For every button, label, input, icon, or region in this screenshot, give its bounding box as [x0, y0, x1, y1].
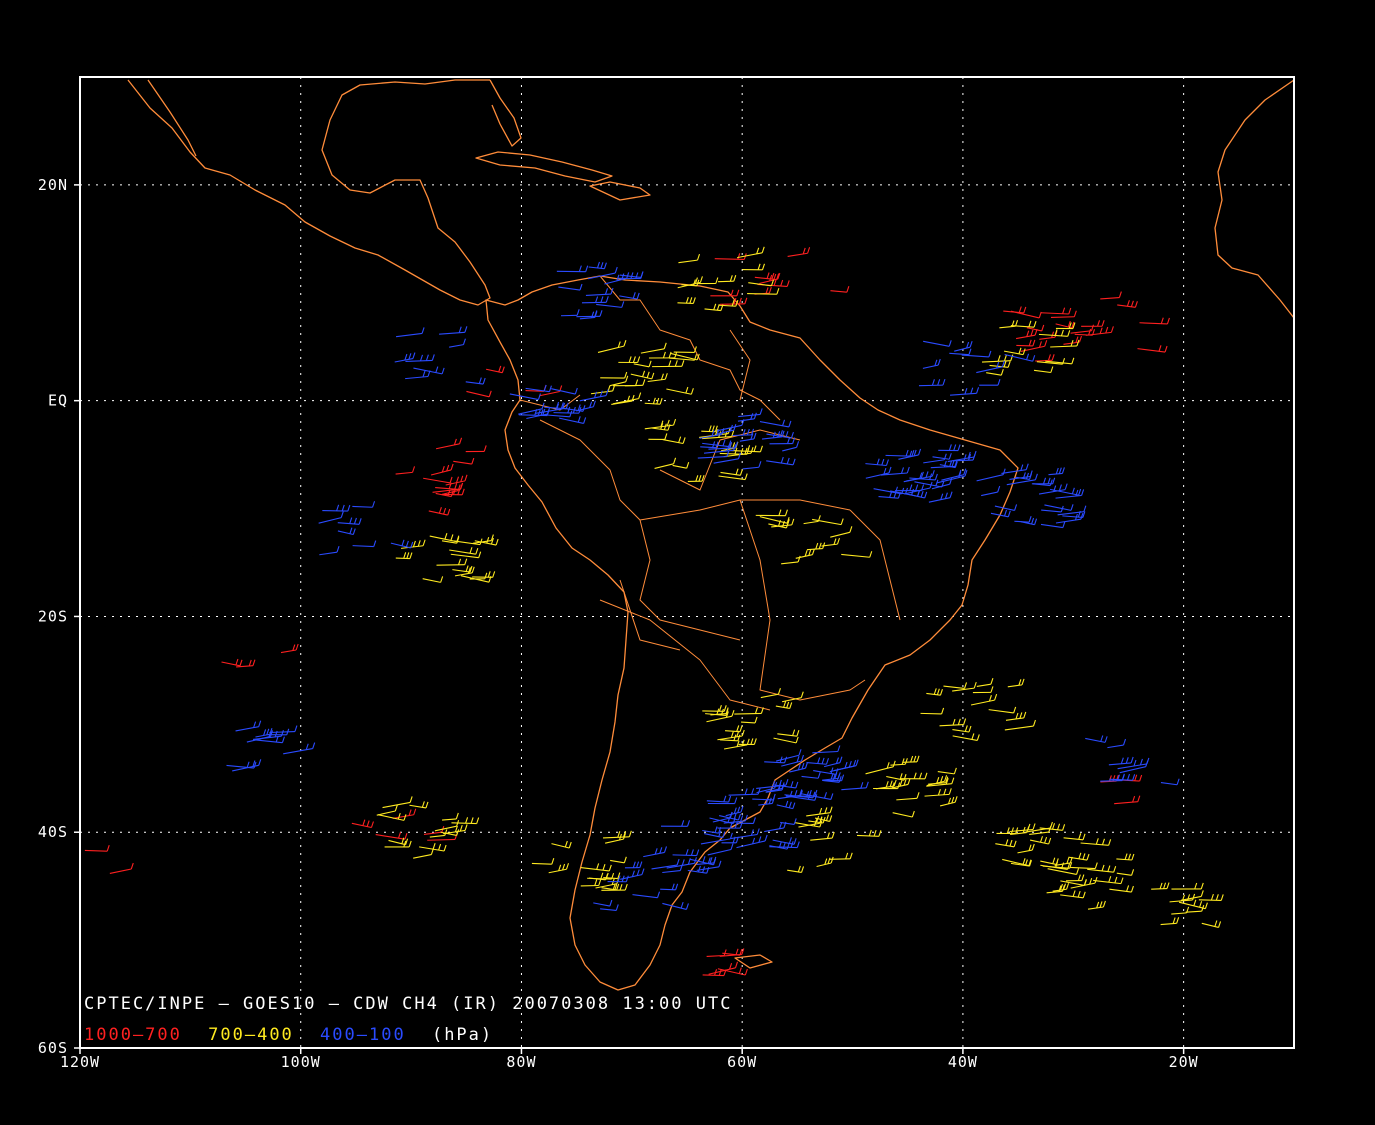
- lon-label: 80W: [506, 1053, 536, 1071]
- lon-label: 100W: [281, 1053, 321, 1071]
- wind-barb: [531, 862, 552, 865]
- wind-barb: [734, 712, 762, 715]
- wind-barb: [920, 712, 942, 715]
- wind-barb: [747, 293, 777, 295]
- legend-unit: (hPa): [432, 1025, 493, 1045]
- wind-barb: [885, 454, 912, 457]
- legend-high-level: 400—100: [320, 1025, 406, 1045]
- wind-barb: [553, 412, 579, 414]
- wind-barb: [672, 854, 697, 857]
- wind-barb: [322, 509, 348, 512]
- wind-barb: [1050, 316, 1075, 318]
- wind-barb: [1035, 359, 1053, 362]
- lon-label: 60W: [727, 1053, 757, 1071]
- wind-barb: [732, 434, 752, 437]
- satellite-wind-map: 20NEQ20S40S60S 120W 100W 80W 60W 40W 20W CPTE…: [0, 0, 1375, 1125]
- lat-label: 20N: [38, 176, 68, 194]
- wind-barb: [677, 302, 694, 305]
- lon-label: 120W: [60, 1053, 100, 1071]
- wind-barb: [1151, 888, 1168, 890]
- lat-label: EQ: [48, 392, 68, 410]
- caption-legend: 1000—700 700—400 400—100 (hPa): [84, 1025, 493, 1045]
- wind-barb: [84, 849, 108, 852]
- wind-barb: [451, 822, 477, 825]
- lon-label: 20W: [1169, 1053, 1199, 1071]
- wind-barb: [952, 459, 974, 462]
- caption-title: CPTEC/INPE — GOES10 — CDW CH4 (IR) 20070…: [84, 994, 732, 1014]
- wind-barb: [1198, 899, 1222, 901]
- wind-barb: [702, 974, 724, 977]
- lat-label: 40S: [38, 823, 68, 841]
- wind-barb: [1100, 779, 1123, 782]
- lon-label: 40W: [948, 1053, 978, 1071]
- lat-label: 20S: [38, 607, 68, 625]
- legend-mid-level: 700—400: [208, 1025, 294, 1045]
- wind-barb: [660, 888, 676, 891]
- wind-barb: [395, 557, 410, 560]
- wind-barb: [918, 384, 943, 387]
- legend-low-level: 1000—700: [84, 1025, 182, 1045]
